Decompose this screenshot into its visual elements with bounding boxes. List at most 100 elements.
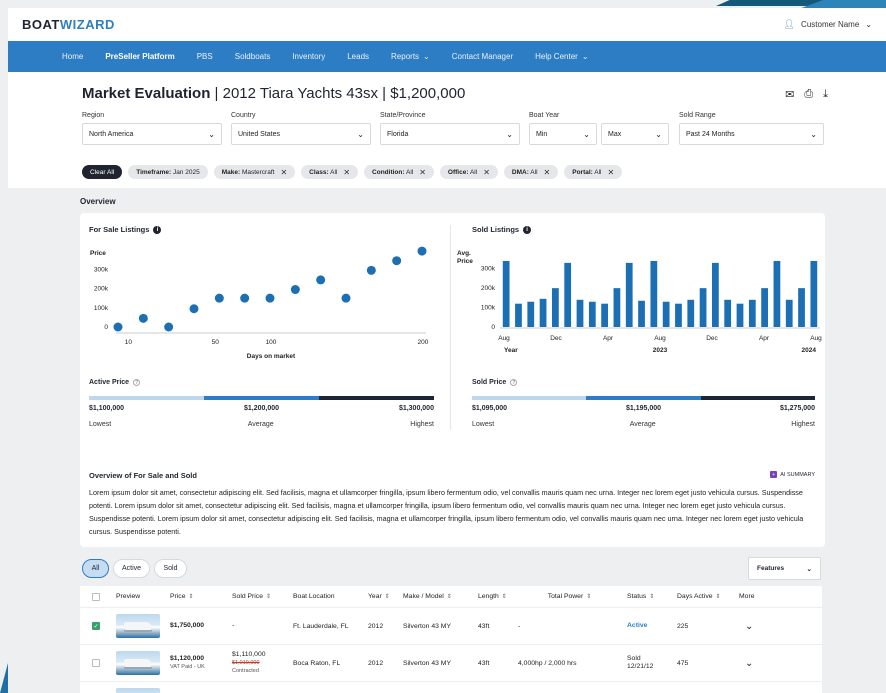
close-icon[interactable]: ✕ <box>544 168 551 177</box>
row-checkbox[interactable]: ✓ <box>92 622 100 630</box>
price-note: VAT Paid - UK <box>170 664 205 670</box>
sold-range-label: Sold Range <box>679 112 716 119</box>
table-row[interactable]: $1,120,000 VAT Paid - UK $1,110,000 $1,010,… <box>80 645 822 682</box>
select-all-checkbox[interactable] <box>92 592 100 601</box>
close-icon[interactable]: ✕ <box>343 168 350 177</box>
boat-year-min-select[interactable]: Min ⌄ <box>529 123 597 145</box>
sold-bar-chart: Avg.Price 0 100k 200k 300k Aug Dec Apr Aug Dec Apr… <box>457 250 822 354</box>
bar <box>515 303 522 327</box>
tab-active[interactable]: Active <box>113 559 150 578</box>
status-badge: Sold <box>627 655 641 662</box>
row-checkbox[interactable] <box>92 659 100 667</box>
bar <box>712 262 719 327</box>
tab-all[interactable]: All <box>82 559 109 578</box>
country-label: Country <box>231 112 256 119</box>
country-filter: Country United States ⌄ <box>231 112 371 145</box>
filter-chip[interactable]: Condition: All ✕ <box>364 165 434 179</box>
nav-item-pbs[interactable]: PBS <box>186 52 224 61</box>
close-icon[interactable]: ✕ <box>608 168 615 177</box>
bar <box>588 301 596 327</box>
chevron-down-icon[interactable]: ⌄ <box>739 621 753 632</box>
column-header: Preview <box>116 593 141 600</box>
nav-item-soldboats[interactable]: Soldboats <box>224 52 282 61</box>
filter-chip[interactable]: DMA: All ✕ <box>503 165 559 179</box>
bar <box>748 299 756 327</box>
nav-item-help-center[interactable]: Help Center ⌄ <box>524 52 599 61</box>
x-tick-label: Apr <box>603 335 614 342</box>
state-filter: State/Province Florida ⌄ <box>380 112 520 145</box>
nav-item-preseller-platform[interactable]: PreSeller Platform <box>94 52 185 61</box>
table-row[interactable]: $1,110,000 <box>80 682 822 693</box>
user-icon: 👤︎ <box>783 19 796 29</box>
price-range-bar <box>472 396 815 400</box>
sold-low-value: $1,095,000 <box>472 405 508 412</box>
boat-thumbnail[interactable] <box>116 614 160 638</box>
length: 43ft <box>478 659 490 667</box>
status-badge: Active <box>627 622 648 629</box>
boat-year-label: Boat Year <box>529 112 560 119</box>
boat-thumbnail[interactable] <box>116 688 160 693</box>
boat-thumbnail[interactable] <box>116 651 160 675</box>
clear-all-chip[interactable]: Clear All <box>82 165 123 179</box>
column-header[interactable]: Days Active ⇕ <box>671 593 733 600</box>
chevron-down-icon[interactable]: ⌄ <box>739 658 753 669</box>
column-header: More <box>739 593 755 600</box>
info-icon[interactable]: i <box>153 225 162 234</box>
filter-chip[interactable]: Class: All ✕ <box>301 165 359 179</box>
scatter-point <box>392 256 402 266</box>
country-select[interactable]: United States ⌄ <box>231 123 371 145</box>
active-avg-value: $1,200,000 <box>243 405 280 412</box>
column-header[interactable]: Price ⇕ <box>164 593 226 600</box>
x-axis-label: Days on market <box>247 353 296 360</box>
sold-price-label: Sold Price <box>472 379 507 386</box>
help-icon[interactable]: ? <box>133 379 141 386</box>
filter-chip[interactable]: Portal: All ✕ <box>564 165 623 179</box>
close-icon[interactable]: ✕ <box>419 168 426 177</box>
chevron-down-icon: ⌄ <box>581 52 589 61</box>
column-header[interactable]: Sold Price ⇕ <box>226 593 287 600</box>
mail-icon[interactable]: ✉ <box>785 88 794 101</box>
column-header[interactable]: Length ⇕ <box>472 593 512 600</box>
close-icon[interactable]: ✕ <box>483 168 490 177</box>
sort-icon: ⇕ <box>446 594 452 600</box>
sold-price-original: $1,010,000 <box>232 660 260 666</box>
nav-item-reports[interactable]: Reports ⌄ <box>380 52 441 61</box>
sold-price-range: Sold Price? $1,095,000 $1,195,000 $1,275,0… <box>472 379 815 428</box>
filter-chip[interactable]: Make: Mastercraft ✕ <box>213 165 296 179</box>
boat-year-max-select[interactable]: Max ⌄ <box>601 123 669 145</box>
boatwizard-logo[interactable]: BOATWIZARD <box>22 17 115 32</box>
help-icon[interactable]: ? <box>510 379 518 386</box>
status-toggle: All Active Sold <box>82 559 187 578</box>
scatter-point <box>113 322 123 332</box>
info-icon[interactable]: i <box>523 225 532 234</box>
column-header[interactable]: Year ⇕ <box>362 593 397 600</box>
scatter-point <box>341 293 351 303</box>
tab-sold[interactable]: Sold <box>154 559 187 578</box>
nav-item-home[interactable]: Home <box>51 52 94 61</box>
nav-item-contact-manager[interactable]: Contact Manager <box>441 52 524 61</box>
highest-label: Highest <box>791 421 815 428</box>
filter-chip[interactable]: Office: All ✕ <box>439 165 498 179</box>
print-icon[interactable]: ⎙ <box>804 88 813 101</box>
download-icon[interactable]: ⤓ <box>823 88 828 101</box>
nav-item-inventory[interactable]: Inventory <box>281 52 336 61</box>
user-menu[interactable]: 👤︎ Customer Name ⌄ <box>784 19 872 30</box>
bar <box>810 260 818 327</box>
state-select[interactable]: Florida ⌄ <box>380 123 520 145</box>
column-header[interactable]: Make / Model ⇕ <box>397 593 472 600</box>
ai-summary-badge[interactable]: + AI SUMMARY <box>770 471 815 478</box>
region-select[interactable]: North America ⌄ <box>82 123 222 145</box>
column-header[interactable]: Total Power ⇕ <box>512 593 621 600</box>
bar <box>785 299 793 327</box>
column-header[interactable]: Status ⇕ <box>621 593 671 600</box>
close-icon[interactable]: ✕ <box>280 168 287 177</box>
scatter-point <box>366 265 376 275</box>
table-row[interactable]: ✓ $1,750,000 - Ft. Lauderdale, FL 2012 Silver… <box>80 608 822 645</box>
nav-item-leads[interactable]: Leads <box>336 52 380 61</box>
bar <box>687 299 695 327</box>
filter-chip[interactable]: Timeframe: Jan 2025 <box>128 165 208 179</box>
column-header: Boat Location <box>293 593 335 600</box>
x-tick-label: Aug <box>654 335 666 342</box>
features-dropdown[interactable]: Features ⌄ <box>748 557 821 580</box>
sold-range-select[interactable]: Past 24 Months ⌄ <box>679 123 824 145</box>
